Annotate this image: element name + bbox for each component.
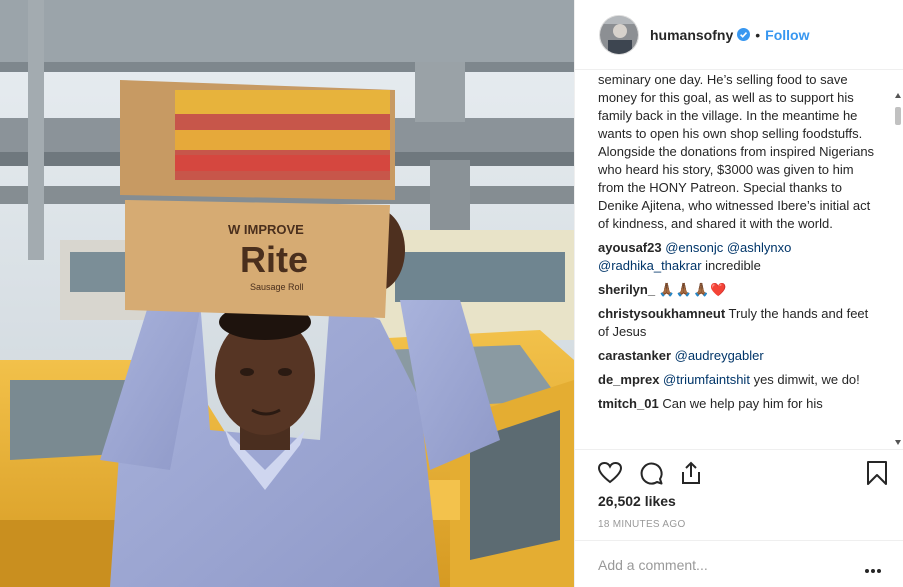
mention-link[interactable]: @audreygabler (675, 348, 764, 363)
comment-item: ayousaf23 @ensonjc @ashlynxo @radhika_th… (598, 239, 882, 275)
add-comment-bar (575, 540, 903, 587)
more-options-icon[interactable] (864, 561, 882, 573)
scroll-down-arrow-icon[interactable] (895, 440, 901, 445)
post-timestamp[interactable]: 18 MINUTES AGO (598, 519, 686, 530)
comment-text: Can we help pay him for his (662, 396, 823, 411)
comment-text: 🙏🏾🙏🏾🙏🏾❤️ (658, 282, 728, 297)
photo-illustration: Rite W IMPROVE Sausage Roll (0, 0, 574, 587)
post-sidebar: humansofny • Follow seminary one day. He… (574, 0, 903, 587)
avatar[interactable] (599, 14, 639, 55)
follow-button[interactable]: Follow (765, 27, 809, 43)
separator-dot: • (755, 26, 761, 43)
mention-link[interactable]: @ensonjc (665, 240, 723, 255)
comment-item: christysoukhamneut Truly the hands and f… (598, 305, 882, 341)
comment-item: carastanker @audreygabler (598, 347, 882, 365)
comment-username[interactable]: tmitch_01 (598, 396, 659, 411)
scroll-up-arrow-icon[interactable] (895, 93, 901, 98)
comment-username[interactable]: sherilyn_ (598, 282, 655, 297)
username[interactable]: humansofny (650, 27, 733, 43)
scroll-thumb[interactable] (895, 107, 901, 125)
comments-list[interactable]: seminary one day. He’s selling food to s… (575, 71, 903, 449)
comment-username[interactable]: christysoukhamneut (598, 306, 725, 321)
comment-username[interactable]: ayousaf23 (598, 240, 662, 255)
heart-icon[interactable] (597, 460, 623, 486)
post-photo[interactable]: Rite W IMPROVE Sausage Roll (0, 0, 574, 587)
comment-username[interactable]: de_mprex (598, 372, 659, 387)
comments-scrollbar[interactable] (894, 93, 903, 445)
comment-item: de_mprex @triumfaintshit yes dimwit, we … (598, 371, 882, 389)
post-caption: seminary one day. He’s selling food to s… (598, 72, 875, 231)
comment-text: yes dimwit, we do! (753, 372, 860, 387)
mention-link[interactable]: @triumfaintshit (663, 372, 750, 387)
comment-username[interactable]: carastanker (598, 348, 671, 363)
comment-text: incredible (705, 258, 761, 273)
comment-item: sherilyn_ 🙏🏾🙏🏾🙏🏾❤️ (598, 281, 882, 299)
box-brand-text: Rite (240, 239, 308, 280)
post-actions (575, 449, 903, 495)
mention-link[interactable]: @ashlynxo (727, 240, 792, 255)
bookmark-icon[interactable] (864, 460, 890, 486)
box-top-text: W IMPROVE (228, 222, 304, 237)
comment-input[interactable] (598, 555, 848, 575)
comment-icon[interactable] (638, 460, 664, 486)
likes-count[interactable]: 26,502 likes (598, 493, 676, 509)
comment-item: tmitch_01 Can we help pay him for his (598, 395, 882, 413)
verified-badge-icon (737, 28, 751, 41)
mention-link[interactable]: @radhika_thakrar (598, 258, 702, 273)
share-icon[interactable] (678, 460, 704, 486)
box-sub-text: Sausage Roll (250, 282, 304, 292)
post-header: humansofny • Follow (575, 0, 903, 70)
